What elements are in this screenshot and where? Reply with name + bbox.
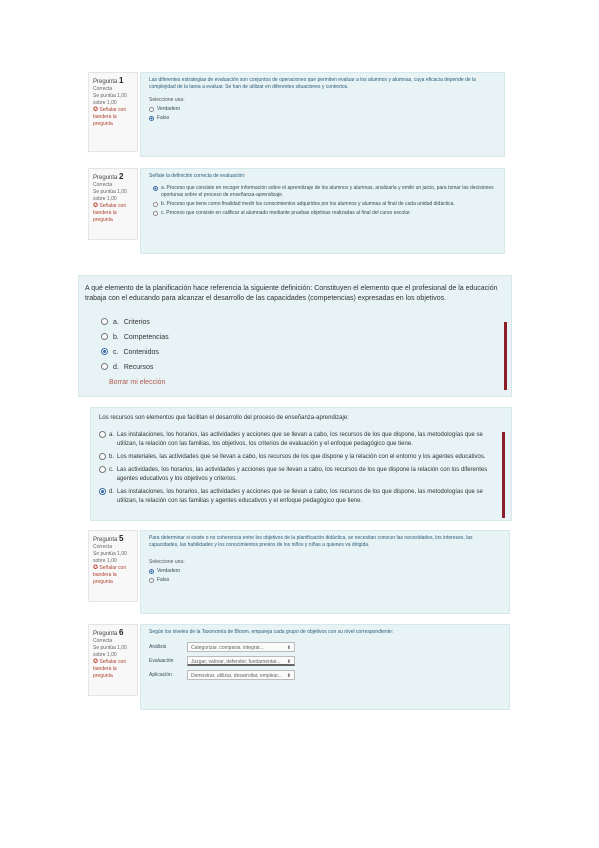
question-number: 6 (119, 628, 124, 637)
chevron-down-icon: ⬍ (286, 673, 291, 679)
flag-question-link[interactable]: ✪ Señalar con bandera la pregunta (93, 565, 133, 586)
answer-option[interactable]: c. Proceso que consiste en calificar al … (153, 210, 496, 217)
radio-button[interactable] (149, 578, 154, 583)
answer-option[interactable]: Verdadero (149, 568, 501, 575)
answer-option[interactable]: c. Contenidos (101, 348, 505, 358)
chevron-down-icon: ⬍ (286, 645, 291, 651)
match-row: Aplicación Demostrar, utilizar, desarrol… (149, 670, 501, 680)
answer-option[interactable]: b. Competencias (101, 333, 505, 343)
question-content-3: A qué elemento de la planificación hace … (78, 275, 512, 397)
answer-option[interactable]: d. Recursos (101, 363, 505, 373)
flag-icon: ✪ (93, 659, 99, 665)
radio-button-selected[interactable] (149, 569, 154, 574)
radio-button[interactable] (101, 363, 108, 370)
match-row: Análisis Categorizar, comparar, integrar… (149, 642, 501, 652)
question-content-5: Para determinar si existe o no coherenci… (140, 530, 510, 614)
question-prompt: Para determinar si existe o no coherenci… (149, 535, 473, 548)
question-info-5: Pregunta 5 Correcta Se puntúa 1,00 sobre… (88, 530, 138, 602)
question-content-4: Los recursos son elementos que facilitan… (90, 407, 512, 521)
question-score: Se puntúa 1,00 sobre 1,00 (93, 551, 127, 564)
answer-option[interactable]: a. Proceso que consiste en recoger infor… (153, 185, 496, 199)
question-score: Se puntúa 1,00 sobre 1,00 (93, 93, 127, 106)
question-info-2: Pregunta 2 Correcta Se puntúa 1,00 sobre… (88, 168, 138, 240)
chevron-down-icon: ⬍ (286, 659, 291, 665)
radio-button[interactable] (101, 318, 108, 325)
answer-option[interactable]: Verdadero (149, 106, 496, 113)
radio-button[interactable] (153, 202, 158, 207)
flag-icon: ✪ (93, 107, 99, 113)
radio-button-selected[interactable] (99, 488, 106, 495)
question-content-6: Según los niveles de la Taxonomía de Blo… (140, 624, 510, 710)
clear-choice-link[interactable]: Borrar mi elección (101, 378, 505, 388)
question-info-6: Pregunta 6 Correcta Se puntúa 1,00 sobre… (88, 624, 138, 696)
radio-button[interactable] (99, 431, 106, 438)
radio-button-selected[interactable] (153, 186, 158, 191)
answer-option[interactable]: a. Las instalaciones, los horarios, las a… (99, 431, 503, 449)
radio-button[interactable] (99, 466, 106, 473)
radio-button-selected[interactable] (101, 348, 108, 355)
match-label: Análisis (149, 643, 167, 650)
question-label: Pregunta (93, 175, 118, 181)
match-select[interactable]: Categorizar, comparar, integrar... ⬍ (187, 642, 295, 652)
question-prompt: Según los niveles de la Taxonomía de Blo… (149, 629, 394, 635)
question-score: Se puntúa 1,00 sobre 1,00 (93, 645, 127, 658)
flag-question-link[interactable]: ✪ Señalar con bandera la pregunta (93, 659, 133, 680)
match-select[interactable]: Demostrar, utilizar, desarrollar, emplea… (187, 670, 295, 680)
match-select[interactable]: Juzgar, valorar, defender, fundamentar..… (187, 656, 295, 666)
question-score: Se puntúa 1,00 sobre 1,00 (93, 189, 127, 202)
answer-option[interactable]: c. Las actividades, los horarios, las act… (99, 466, 503, 484)
question-number: 2 (119, 172, 124, 181)
answer-option[interactable]: b. Proceso que tiene como finalidad medi… (153, 201, 496, 208)
flag-icon: ✪ (93, 203, 99, 209)
match-label: Aplicación (149, 671, 172, 678)
answer-option[interactable]: a. Criterios (101, 318, 505, 328)
match-row: Evaluación Juzgar, valorar, defender, fu… (149, 656, 501, 666)
flag-question-link[interactable]: ✪ Señalar con bandera la pregunta (93, 107, 133, 128)
question-status: Correcta (93, 86, 113, 92)
flag-icon: ✪ (93, 565, 99, 571)
question-status: Correcta (93, 544, 113, 550)
question-number: 5 (119, 534, 124, 543)
answer-option[interactable]: Falso (149, 115, 496, 122)
question-status-bar (504, 322, 507, 390)
radio-button[interactable] (153, 211, 158, 216)
question-label: Pregunta (93, 631, 118, 637)
question-prompt: Las diferentes estrategias de evaluación… (149, 77, 476, 90)
flag-question-link[interactable]: ✪ Señalar con bandera la pregunta (93, 203, 133, 224)
question-content-1: Las diferentes estrategias de evaluación… (140, 72, 505, 157)
question-status: Correcta (93, 638, 113, 644)
answer-option[interactable]: b. Los materiales, las actividades que se… (99, 453, 503, 462)
match-label: Evaluación (149, 657, 174, 664)
radio-button[interactable] (99, 453, 106, 460)
question-status: Correcta (93, 182, 113, 188)
question-content-2: Señale la definición correcta de evaluac… (140, 168, 505, 254)
answer-option[interactable]: Falso (149, 577, 501, 584)
question-prompt: Señale la definición correcta de evaluac… (149, 173, 246, 179)
select-one-label: Seleccione una: (149, 559, 185, 565)
question-label: Pregunta (93, 537, 118, 543)
answer-option[interactable]: d. Las instalaciones, los horarios, las a… (99, 488, 503, 506)
radio-button[interactable] (149, 107, 154, 112)
question-info-1: Pregunta 1 Correcta Se puntúa 1,00 sobre… (88, 72, 138, 152)
question-number: 1 (119, 76, 124, 85)
radio-button[interactable] (101, 333, 108, 340)
select-one-label: Seleccione una: (149, 97, 185, 103)
question-prompt: Los recursos son elementos que facilitan… (99, 415, 349, 421)
question-label: Pregunta (93, 79, 118, 85)
question-status-bar (502, 432, 505, 518)
question-prompt: A qué elemento de la planificación hace … (85, 285, 498, 302)
radio-button-selected[interactable] (149, 116, 154, 121)
